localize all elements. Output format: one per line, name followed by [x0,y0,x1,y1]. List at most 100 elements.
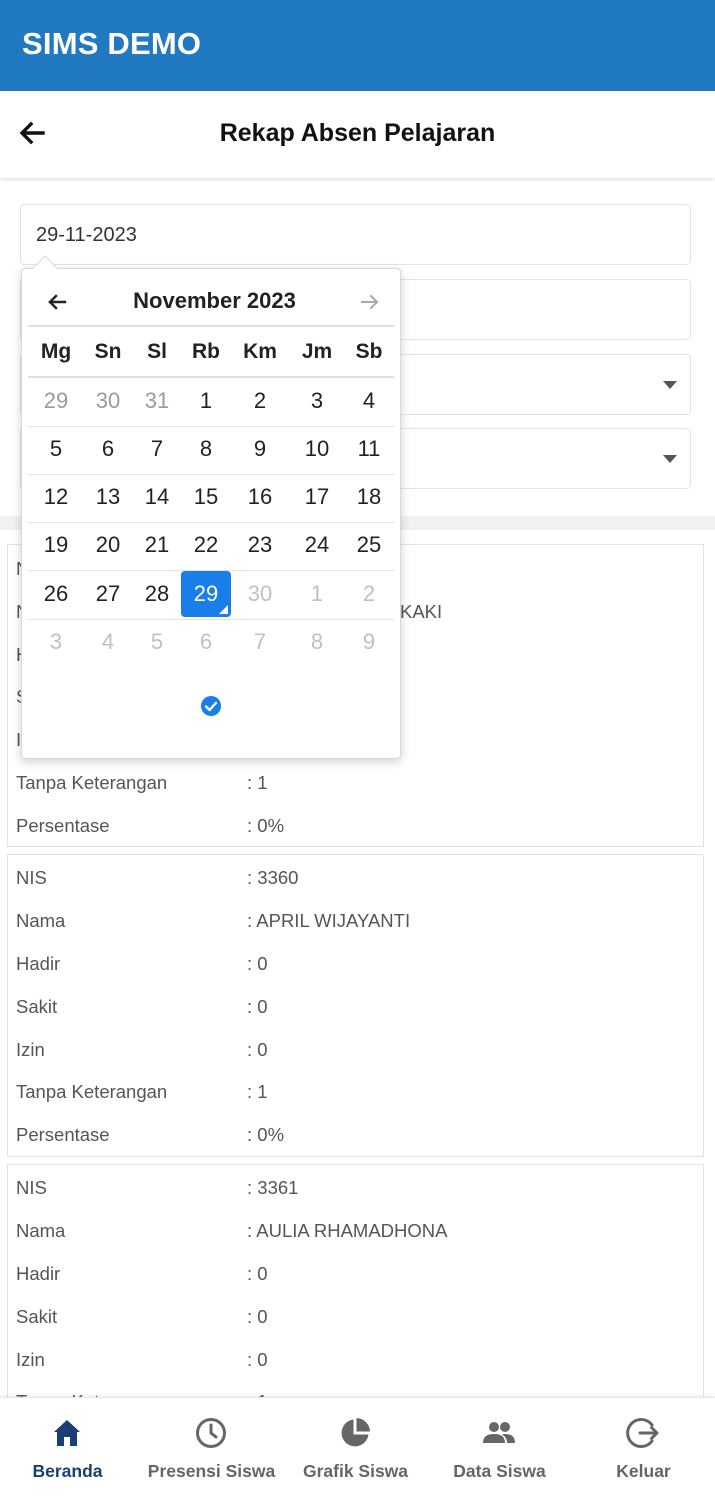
caret-down-icon [663,455,677,463]
day-cell[interactable]: 7 [132,426,182,472]
selected-day-cell[interactable]: 29 [181,571,231,617]
record-label: Hadir [16,953,61,974]
prev-month-button[interactable] [44,289,70,315]
people-icon [483,1422,515,1443]
day-cell[interactable]: 6 [83,426,133,472]
day-cell[interactable]: 29 [31,378,81,424]
record-label: Tanpa Keterangan [16,1081,168,1102]
datepicker-month-label[interactable]: November 2023 [82,288,347,314]
day-cell[interactable]: 11 [344,426,394,472]
student-record-card: NIS : 3361 Nama : AULIA RHAMADHONA Hadir… [7,1164,704,1412]
weekday-label: Km [243,340,277,363]
record-value: : 0 [247,1349,268,1370]
day-cell[interactable]: 22 [181,522,231,568]
day-cell[interactable]: 31 [132,378,182,424]
day-cell[interactable]: 23 [235,522,285,568]
day-cell[interactable]: 7 [235,619,285,665]
day-cell[interactable]: 5 [132,619,182,665]
day-cell[interactable]: 25 [344,522,394,568]
app-bar: SIMS DEMO [0,0,715,91]
nav-label: Keluar [616,1461,671,1481]
day-cell[interactable]: 1 [292,571,342,617]
day-cell[interactable]: 8 [181,426,231,472]
record-value: : 0 [247,1263,268,1284]
day-cell[interactable]: 15 [181,474,231,520]
record-value: : 0% [247,815,285,836]
day-cell[interactable]: 2 [235,378,285,424]
arrow-left-icon [48,294,67,310]
weekday-label: Mg [40,340,72,363]
weekday-label: Sl [147,340,167,363]
day-cell[interactable]: 10 [292,426,342,472]
day-cell[interactable]: 16 [235,474,285,520]
day-cell[interactable]: 9 [235,426,285,472]
record-value: : 1 [247,1081,268,1102]
nav-item-data-siswa[interactable]: Data Siswa [428,1398,571,1505]
nav-label: Data Siswa [453,1461,546,1481]
app-title: SIMS DEMO [22,26,202,61]
record-label: Hadir [16,1263,61,1284]
day-cell[interactable]: 21 [132,522,182,568]
record-label: Izin [16,1039,45,1060]
weekday-label: Jm [301,340,333,363]
pie-chart-icon [341,1418,370,1447]
nav-item-presensi-siswa[interactable]: Presensi Siswa [140,1398,283,1505]
day-cell[interactable]: 2 [344,571,394,617]
nav-item-beranda[interactable]: Beranda [0,1398,139,1505]
record-value: : AULIA RHAMADHONA [247,1220,448,1241]
home-icon [54,1420,80,1446]
record-value: : 3361 [247,1177,299,1198]
record-label: Sakit [16,996,58,1017]
date-field-value: 29-11-2023 [36,224,137,246]
record-label: Persentase [16,1124,110,1145]
day-cell[interactable]: 3 [31,619,81,665]
record-label: Nama [16,1220,66,1241]
record-value: : 0% [247,1124,285,1145]
weekday-label: Sn [94,340,122,363]
logout-icon [626,1418,659,1448]
day-cell[interactable]: 14 [132,474,182,520]
record-value: : 0 [247,1039,268,1060]
record-value: : 0 [247,996,268,1017]
record-label: Nama [16,910,66,931]
record-value: : 0 [247,953,268,974]
confirm-button[interactable] [200,695,222,717]
day-cell[interactable]: 8 [292,619,342,665]
next-month-button[interactable] [357,289,383,315]
nav-label: Presensi Siswa [147,1461,276,1481]
nav-item-grafik-siswa[interactable]: Grafik Siswa [284,1398,427,1505]
nav-item-keluar[interactable]: Keluar [572,1398,715,1505]
day-cell[interactable]: 3 [292,378,342,424]
day-cell[interactable]: 13 [83,474,133,520]
arrow-right-icon [361,294,379,310]
student-record-card: NIS : 3360 Nama : APRIL WIJAYANTI Hadir … [7,854,704,1157]
day-cell[interactable]: 27 [83,571,133,617]
record-label: NIS [16,867,47,888]
day-cell[interactable]: 4 [83,619,133,665]
day-cell[interactable]: 17 [292,474,342,520]
bottom-navigation: Beranda Presensi Siswa Grafik Siswa Data… [0,1397,715,1505]
weekday-label: Sb [355,340,383,363]
record-value: : 0 [247,1306,268,1327]
nav-label: Grafik Siswa [302,1461,409,1481]
day-cell[interactable]: 1 [181,378,231,424]
day-cell[interactable]: 12 [31,474,81,520]
day-cell[interactable]: 9 [344,619,394,665]
datepicker-divider [28,325,394,327]
record-value: : APRIL WIJAYANTI [247,910,411,931]
day-cell[interactable]: 20 [83,522,133,568]
day-cell[interactable]: 30 [235,571,285,617]
day-cell[interactable]: 18 [344,474,394,520]
day-cell[interactable]: 28 [132,571,182,617]
caret-down-icon [663,381,677,389]
day-cell[interactable]: 19 [31,522,81,568]
day-cell[interactable]: 30 [83,378,133,424]
day-cell[interactable]: 24 [292,522,342,568]
day-cell[interactable]: 5 [31,426,81,472]
record-label: Sakit [16,1306,58,1327]
date-field[interactable]: 29-11-2023 [20,204,691,265]
day-cell[interactable]: 26 [31,571,81,617]
day-cell[interactable]: 4 [344,378,394,424]
day-cell[interactable]: 6 [181,619,231,665]
clock-icon [196,1418,226,1448]
